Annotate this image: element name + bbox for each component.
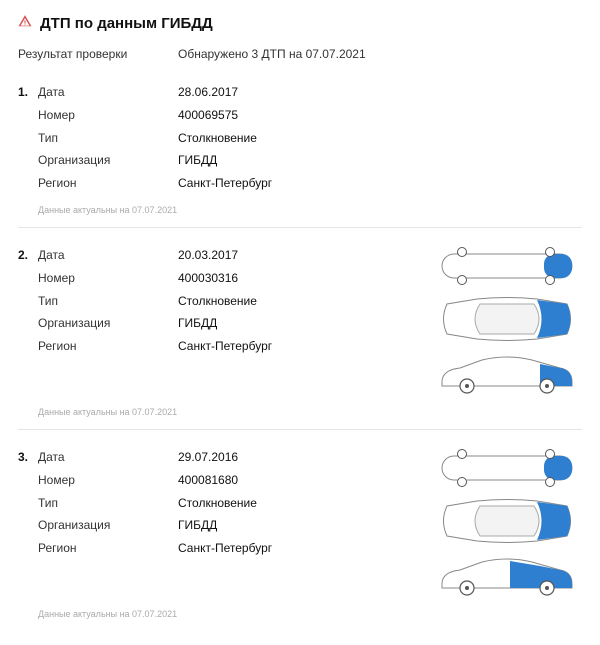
field-label-region: Регион <box>38 335 178 358</box>
field-value-region: Санкт-Петербург <box>178 537 272 560</box>
damage-diagram <box>432 446 582 599</box>
field-row: РегионСанкт-Петербург <box>18 172 582 195</box>
result-summary: Результат проверки Обнаружено 3 ДТП на 0… <box>18 47 582 61</box>
field-row: ТипСтолкновение <box>18 290 432 313</box>
result-label: Результат проверки <box>18 47 178 61</box>
field-row: 2.Дата20.03.2017 <box>18 244 432 267</box>
field-row: РегионСанкт-Петербург <box>18 537 432 560</box>
field-value-type: Столкновение <box>178 290 257 313</box>
field-label-type: Тип <box>38 127 178 150</box>
field-row: Номер400081680 <box>18 469 432 492</box>
field-row: ОрганизацияГИБДД <box>18 149 582 172</box>
field-row: РегионСанкт-Петербург <box>18 335 432 358</box>
field-label-date: Дата <box>38 81 178 104</box>
field-label-org: Организация <box>38 514 178 537</box>
field-value-region: Санкт-Петербург <box>178 172 272 195</box>
separator <box>18 227 582 228</box>
record-index: 1. <box>18 81 38 104</box>
field-value-date: 28.06.2017 <box>178 81 238 104</box>
data-actual-note: Данные актуальны на 07.07.2021 <box>38 205 582 215</box>
record-index: 2. <box>18 244 38 267</box>
field-value-region: Санкт-Петербург <box>178 335 272 358</box>
field-value-date: 29.07.2016 <box>178 446 238 469</box>
accident-record: 2.Дата20.03.2017Номер400030316ТипСтолкно… <box>18 238 582 417</box>
field-row: ТипСтолкновение <box>18 127 582 150</box>
field-value-number: 400069575 <box>178 104 238 127</box>
field-value-type: Столкновение <box>178 127 257 150</box>
section-header: ДТП по данным ГИБДД <box>18 14 582 33</box>
record-index: 3. <box>18 446 38 469</box>
field-label-date: Дата <box>38 244 178 267</box>
field-label-region: Регион <box>38 537 178 560</box>
field-label-date: Дата <box>38 446 178 469</box>
warning-icon <box>18 14 32 33</box>
data-actual-note: Данные актуальны на 07.07.2021 <box>38 407 582 417</box>
field-row: ТипСтолкновение <box>18 492 432 515</box>
field-label-region: Регион <box>38 172 178 195</box>
field-label-org: Организация <box>38 149 178 172</box>
field-label-number: Номер <box>38 267 178 290</box>
field-row: ОрганизацияГИБДД <box>18 312 432 335</box>
field-value-type: Столкновение <box>178 492 257 515</box>
field-value-number: 400030316 <box>178 267 238 290</box>
field-label-type: Тип <box>38 290 178 313</box>
field-label-org: Организация <box>38 312 178 335</box>
field-value-org: ГИБДД <box>178 149 217 172</box>
field-row: 1.Дата28.06.2017 <box>18 81 582 104</box>
field-value-date: 20.03.2017 <box>178 244 238 267</box>
field-label-number: Номер <box>38 469 178 492</box>
field-label-type: Тип <box>38 492 178 515</box>
damage-diagram <box>432 244 582 397</box>
field-row: ОрганизацияГИБДД <box>18 514 432 537</box>
field-value-number: 400081680 <box>178 469 238 492</box>
accident-record: 3.Дата29.07.2016Номер400081680ТипСтолкно… <box>18 440 582 619</box>
field-value-org: ГИБДД <box>178 514 217 537</box>
field-row: Номер400030316 <box>18 267 432 290</box>
field-row: 3.Дата29.07.2016 <box>18 446 432 469</box>
data-actual-note: Данные актуальны на 07.07.2021 <box>38 609 582 619</box>
field-value-org: ГИБДД <box>178 312 217 335</box>
field-row: Номер400069575 <box>18 104 582 127</box>
separator <box>18 429 582 430</box>
accident-record: 1.Дата28.06.2017Номер400069575ТипСтолкно… <box>18 75 582 215</box>
result-value: Обнаружено 3 ДТП на 07.07.2021 <box>178 47 366 61</box>
section-title: ДТП по данным ГИБДД <box>40 15 213 32</box>
field-label-number: Номер <box>38 104 178 127</box>
